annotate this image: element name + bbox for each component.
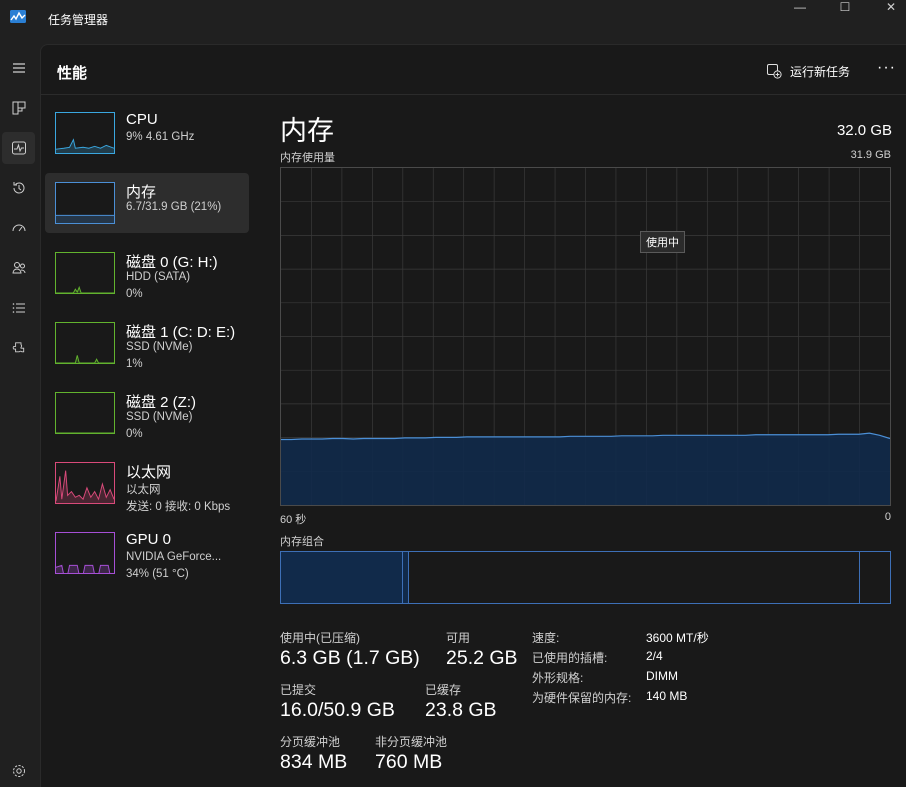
perf-item-name: 以太网: [126, 464, 172, 481]
committed-label: 已提交: [280, 683, 317, 697]
paged-pool-value: 834 MB: [280, 751, 348, 773]
perf-item-name: CPU: [126, 111, 158, 128]
perf-thumbnail-disk-1: [55, 322, 115, 364]
perf-thumbnail-ethernet: [55, 462, 115, 504]
detail-title: 内存: [280, 116, 334, 146]
available-value: 25.2 GB: [446, 647, 518, 669]
perf-item-detail-2: 34% (51 °C): [126, 568, 189, 580]
memory-usage-label: 内存使用量: [280, 152, 335, 164]
perf-item-detail: 9% 4.61 GHz: [126, 131, 195, 143]
main-panel: 性能 运行新任务 ··· CPU 9% 4.61 GHz 内存 6.7/31.9 GB…: [40, 44, 906, 787]
perf-thumbnail-disk-0: [55, 252, 115, 294]
cached-label: 已缓存: [425, 683, 462, 697]
perf-item-detail-2: 发送: 0 接收: 0 Kbps: [126, 501, 231, 513]
time-axis-end: 0: [884, 511, 891, 523]
memory-usage-chart: [280, 167, 891, 506]
task-manager-app-icon: [10, 10, 26, 23]
startup-apps-icon[interactable]: [2, 212, 35, 244]
spec-speed-key: 速度:: [532, 631, 560, 645]
committed-value: 16.0/50.9 GB: [280, 699, 395, 721]
perf-item-detail: 以太网: [126, 484, 161, 496]
close-button[interactable]: ✕: [869, 0, 906, 16]
perf-item-detail: SSD (NVMe): [126, 411, 193, 423]
run-task-icon: [767, 64, 782, 79]
page-title: 性能: [57, 65, 88, 82]
perf-item-name: 磁盘 1 (C: D: E:): [126, 324, 236, 341]
performance-icon[interactable]: [2, 132, 35, 164]
composition-free: [860, 552, 890, 603]
window-title: 任务管理器: [48, 13, 109, 27]
spec-reserved-key: 为硬件保留的内存:: [532, 691, 632, 705]
perf-item-detail: 6.7/31.9 GB (21%): [126, 201, 222, 213]
perf-item-detail: NVIDIA GeForce...: [126, 551, 222, 563]
processes-icon[interactable]: [2, 92, 35, 124]
perf-item-disk-1[interactable]: 磁盘 1 (C: D: E:) SSD (NVMe) 1%: [45, 313, 249, 373]
perf-thumbnail-cpu: [55, 112, 115, 154]
memory-total: 32.0 GB: [836, 122, 892, 139]
spec-form-factor-key: 外形规格:: [532, 671, 584, 685]
perf-item-gpu-0[interactable]: GPU 0 NVIDIA GeForce... 34% (51 °C): [45, 523, 249, 583]
perf-item-detail-2: 0%: [126, 428, 143, 440]
perf-thumbnail-disk-2: [55, 392, 115, 434]
maximize-button[interactable]: ☐: [823, 0, 867, 16]
nonpaged-pool-label: 非分页缓冲池: [375, 735, 448, 749]
perf-thumbnail-memory: [55, 182, 115, 224]
perf-item-memory[interactable]: 内存 6.7/31.9 GB (21%): [45, 173, 249, 233]
title-bar: 任务管理器 — ☐ ✕: [0, 0, 906, 40]
details-icon[interactable]: [2, 292, 35, 324]
paged-pool-label: 分页缓冲池: [280, 735, 341, 749]
perf-item-disk-2[interactable]: 磁盘 2 (Z:) SSD (NVMe) 0%: [45, 383, 249, 443]
spec-speed-value: 3600 MT/秒: [646, 631, 709, 645]
perf-item-name: 内存: [126, 184, 157, 201]
perf-item-name: GPU 0: [126, 531, 172, 548]
perf-item-detail: SSD (NVMe): [126, 341, 193, 353]
in-use-tooltip: 使用中: [640, 231, 685, 253]
left-navigation: [0, 40, 40, 787]
composition-standby: [409, 552, 860, 603]
memory-usage-area: [281, 433, 890, 505]
memory-usage-max: 31.9 GB: [850, 149, 891, 161]
perf-item-detail: HDD (SATA): [126, 271, 191, 283]
perf-item-name: 磁盘 2 (Z:): [126, 394, 196, 411]
perf-item-disk-0[interactable]: 磁盘 0 (G: H:) HDD (SATA) 0%: [45, 243, 249, 303]
run-new-task-button[interactable]: 运行新任务: [766, 61, 850, 81]
nonpaged-pool-value: 760 MB: [375, 751, 443, 773]
more-options-button[interactable]: ···: [877, 59, 896, 77]
perf-item-detail-2: 0%: [126, 288, 143, 300]
app-history-icon[interactable]: [2, 172, 35, 204]
spec-form-factor-value: DIMM: [646, 669, 678, 683]
run-new-task-label: 运行新任务: [790, 64, 851, 79]
cached-value: 23.8 GB: [425, 699, 497, 721]
settings-icon[interactable]: [2, 755, 35, 787]
composition-in-use: [281, 552, 403, 603]
page-header: 性能 运行新任务 ···: [41, 45, 906, 95]
perf-item-ethernet[interactable]: 以太网 以太网 发送: 0 接收: 0 Kbps: [45, 453, 249, 513]
in-use-label: 使用中(已压缩): [280, 631, 360, 645]
available-label: 可用: [446, 631, 471, 645]
spec-slots-value: 2/4: [646, 649, 663, 663]
perf-item-detail-2: 1%: [126, 358, 143, 370]
services-icon[interactable]: [2, 332, 35, 364]
minimize-button[interactable]: —: [778, 0, 822, 16]
spec-slots-key: 已使用的插槽:: [532, 651, 608, 665]
perf-thumbnail-gpu-0: [55, 532, 115, 574]
spec-reserved-value: 140 MB: [646, 689, 688, 703]
hamburger-menu-icon[interactable]: [2, 52, 35, 84]
perf-item-cpu[interactable]: CPU 9% 4.61 GHz: [45, 103, 249, 163]
perf-item-name: 磁盘 0 (G: H:): [126, 254, 218, 271]
time-axis-start: 60 秒: [280, 514, 307, 526]
memory-composition-label: 内存组合: [280, 536, 324, 548]
users-icon[interactable]: [2, 252, 35, 284]
memory-composition-bar: [280, 551, 891, 604]
in-use-value: 6.3 GB (1.7 GB): [280, 647, 420, 669]
memory-usage-chart-svg: [281, 168, 890, 505]
